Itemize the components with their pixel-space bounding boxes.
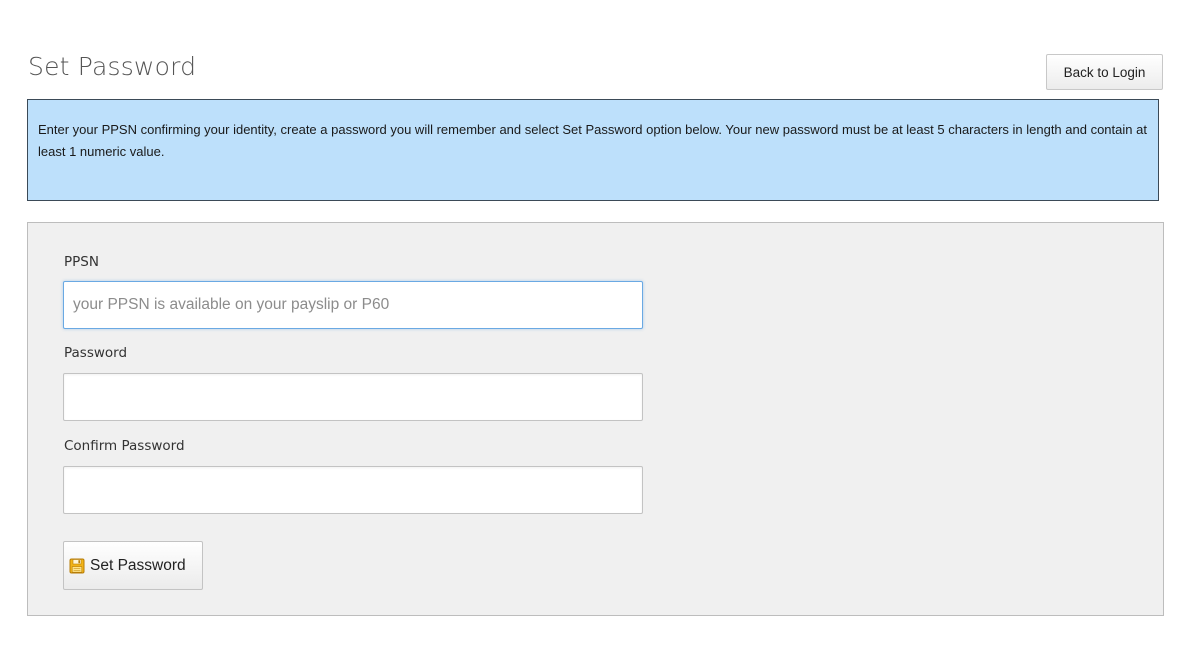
set-password-page: Set Password Back to Login Enter your PP… xyxy=(0,0,1203,664)
confirm-password-label: Confirm Password xyxy=(64,438,185,454)
ppsn-label: PPSN xyxy=(64,254,99,270)
set-password-form: PPSN Password Confirm Password Set Passw… xyxy=(27,222,1164,616)
ppsn-input[interactable] xyxy=(63,281,643,329)
set-password-button-label: Set Password xyxy=(90,556,186,574)
set-password-button[interactable]: Set Password xyxy=(63,541,203,590)
password-label: Password xyxy=(64,345,128,361)
info-message: Enter your PPSN confirming your identity… xyxy=(27,99,1159,201)
password-input[interactable] xyxy=(63,373,643,421)
page-title: Set Password xyxy=(28,52,197,81)
back-to-login-button[interactable]: Back to Login xyxy=(1046,54,1163,90)
floppy-disk-icon xyxy=(69,558,85,574)
confirm-password-input[interactable] xyxy=(63,466,643,514)
